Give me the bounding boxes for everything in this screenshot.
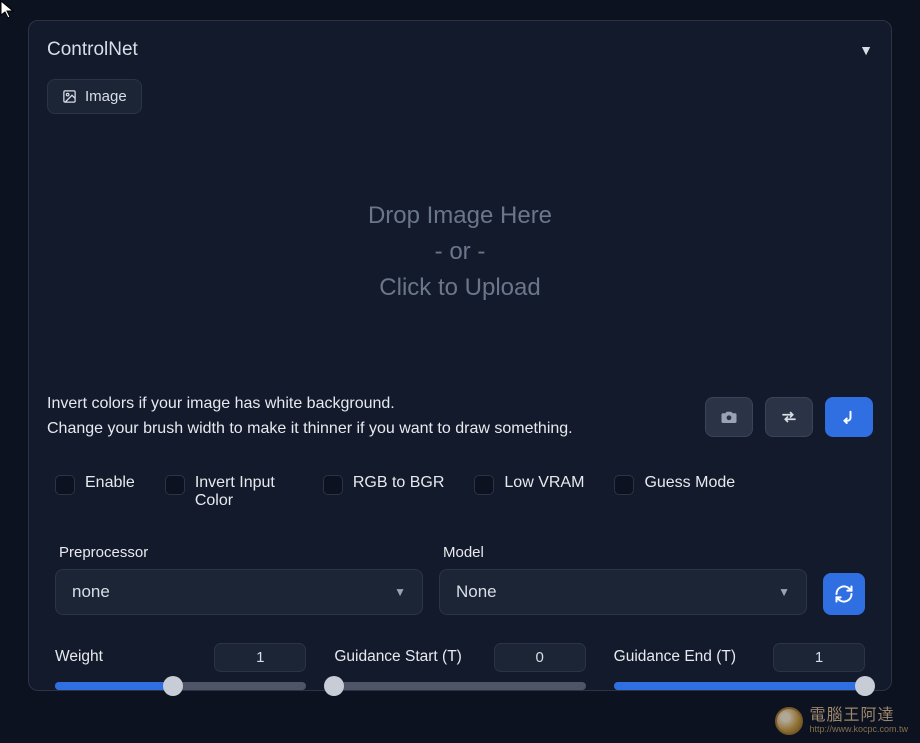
slider-thumb[interactable]	[324, 676, 344, 696]
chevron-down-icon: ▼	[778, 585, 790, 599]
swap-icon	[779, 408, 799, 426]
help-text: Invert colors if your image has white ba…	[47, 392, 573, 442]
model-select[interactable]: None ▼	[439, 569, 807, 615]
guidance-start-value[interactable]: 0	[494, 643, 586, 672]
slider-thumb[interactable]	[855, 676, 875, 696]
checkbox-invert-input-color[interactable]: Invert Input Color	[165, 474, 293, 510]
watermark: 電腦王阿達 http://www.kocpc.com.tw	[775, 707, 908, 735]
weight-value[interactable]: 1	[214, 643, 306, 672]
checkbox-box	[55, 475, 75, 495]
camera-icon	[719, 408, 739, 426]
image-icon	[62, 89, 77, 104]
weight-label: Weight	[55, 648, 103, 666]
guidance-end-label: Guidance End (T)	[614, 648, 736, 666]
tab-image-label: Image	[85, 88, 127, 105]
checkbox-box	[614, 475, 634, 495]
weight-slider-group: Weight 1	[55, 643, 306, 690]
checkbox-box	[165, 475, 185, 495]
checkbox-low-vram[interactable]: Low VRAM	[474, 474, 584, 510]
image-dropzone[interactable]: Drop Image Here - or - Click to Upload	[47, 132, 873, 372]
refresh-icon	[834, 584, 854, 604]
checkbox-rgb-to-bgr[interactable]: RGB to BGR	[323, 474, 445, 510]
guidance-end-slider[interactable]	[614, 682, 865, 690]
guidance-end-value[interactable]: 1	[773, 643, 865, 672]
camera-button[interactable]	[705, 397, 753, 437]
collapse-toggle[interactable]: ▼	[859, 42, 873, 58]
chevron-down-icon: ▼	[394, 585, 406, 599]
arrow-return-icon	[839, 408, 859, 426]
guidance-end-slider-group: Guidance End (T) 1	[614, 643, 865, 690]
slider-thumb[interactable]	[163, 676, 183, 696]
dropzone-line1: Drop Image Here	[368, 198, 552, 234]
dropzone-line2: - or -	[435, 234, 486, 270]
panel-title: ControlNet	[47, 39, 138, 61]
tab-image[interactable]: Image	[47, 79, 142, 114]
slider-fill	[55, 682, 173, 690]
swap-button[interactable]	[765, 397, 813, 437]
dropzone-line3: Click to Upload	[379, 270, 540, 306]
watermark-logo	[775, 707, 803, 735]
checkbox-enable[interactable]: Enable	[55, 474, 135, 510]
preprocessor-label: Preprocessor	[55, 544, 423, 561]
checkbox-box	[323, 475, 343, 495]
guidance-start-label: Guidance Start (T)	[334, 648, 462, 666]
arrow-return-button[interactable]	[825, 397, 873, 437]
preprocessor-select[interactable]: none ▼	[55, 569, 423, 615]
controlnet-panel: ControlNet ▼ Image Drop Image Here - or …	[28, 20, 892, 691]
model-label: Model	[439, 544, 807, 561]
slider-fill	[614, 682, 865, 690]
refresh-model-button[interactable]	[823, 573, 865, 615]
guidance-start-slider-group: Guidance Start (T) 0	[334, 643, 585, 690]
weight-slider[interactable]	[55, 682, 306, 690]
guidance-start-slider[interactable]	[334, 682, 585, 690]
checkbox-guess-mode[interactable]: Guess Mode	[614, 474, 735, 510]
checkbox-box	[474, 475, 494, 495]
